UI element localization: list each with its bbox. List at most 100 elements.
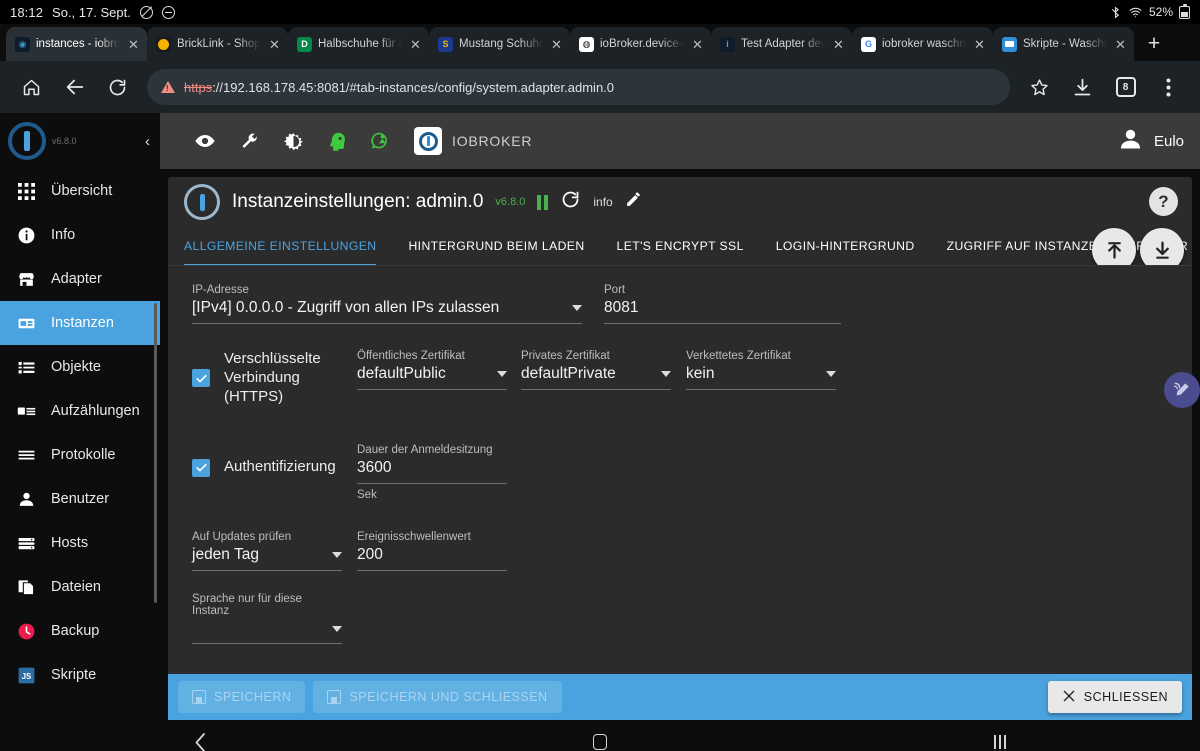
download-icon[interactable] <box>1061 66 1104 109</box>
status-time: 18:12 <box>10 4 44 20</box>
tab-close-icon[interactable]: ✕ <box>831 38 846 51</box>
tab-allgemeine-einstellungen[interactable]: ALLGEMEINE EINSTELLUNGEN <box>184 227 392 265</box>
chevron-down-icon[interactable] <box>332 625 342 632</box>
tab-close-icon[interactable]: ✕ <box>126 38 141 51</box>
instance-language-field[interactable]: Sprache nur für diese Instanz <box>192 593 342 645</box>
session-duration-field[interactable]: Dauer der Anmeldesitzung 3600 Sek <box>357 444 507 501</box>
pause-icon[interactable] <box>537 194 549 210</box>
download-icon[interactable] <box>1140 228 1184 265</box>
browser-tab[interactable]: D Halbschuhe für Da ✕ <box>288 27 429 61</box>
session-duration-label: Dauer der Anmeldesitzung <box>357 444 493 457</box>
auth-checkbox-row[interactable]: Authentifizierung <box>192 444 357 501</box>
user-account[interactable]: Eulo <box>1117 126 1184 157</box>
back-icon[interactable] <box>53 66 96 109</box>
sidebar-item-dateien[interactable]: Dateien <box>0 565 160 609</box>
sidebar-item-aufzaehlungen[interactable]: Aufzählungen <box>0 389 160 433</box>
tab-close-icon[interactable]: ✕ <box>267 38 282 51</box>
eye-icon[interactable] <box>194 130 216 152</box>
recents-bars-icon <box>994 735 1006 749</box>
overflow-menu-icon[interactable] <box>1147 66 1190 109</box>
chained-cert-field[interactable]: Verkettetes Zertifikat kein <box>686 350 836 406</box>
restart-icon[interactable] <box>560 189 581 215</box>
browser-tab[interactable]: i Test Adapter device ✕ <box>711 27 852 61</box>
port-field[interactable]: Port 8081 <box>604 284 841 324</box>
android-status-bar: 18:12 So., 17. Sept. 52% <box>0 0 1200 24</box>
tab-lets-encrypt-ssl[interactable]: LET'S ENCRYPT SSL <box>601 227 760 265</box>
sidebar-item-adapter[interactable]: Adapter <box>0 257 160 301</box>
reload-icon[interactable] <box>96 66 139 109</box>
sidebar-scrollbar[interactable] <box>154 303 157 603</box>
tab-close-icon[interactable]: ✕ <box>408 38 423 51</box>
logs-icon <box>16 446 37 465</box>
new-tab-button[interactable]: + <box>1134 27 1174 61</box>
tab-close-icon[interactable]: ✕ <box>1113 38 1128 51</box>
edit-pencil-icon[interactable] <box>625 191 642 213</box>
close-button[interactable]: SCHLIESSEN <box>1047 681 1182 713</box>
help-icon[interactable]: ? <box>1149 187 1178 216</box>
tab-close-icon[interactable]: ✕ <box>549 38 564 51</box>
info-label[interactable]: info <box>593 195 612 209</box>
port-value: 8081 <box>604 299 639 316</box>
chevron-down-icon[interactable] <box>332 552 342 559</box>
https-checkbox-row[interactable]: Verschlüsselte Verbindung (HTTPS) <box>192 350 357 406</box>
sidebar-item-skripte[interactable]: JS Skripte <box>0 653 160 697</box>
brightness-icon[interactable] <box>282 130 304 152</box>
bookmark-star-icon[interactable] <box>1018 66 1061 109</box>
browser-tab[interactable]: S Mustang Schuhe ✕ <box>429 27 570 61</box>
tab-login-hintergrund[interactable]: LOGIN-HINTERGRUND <box>760 227 931 265</box>
public-cert-field[interactable]: Öffentliches Zertifikat defaultPublic <box>357 350 507 406</box>
sidebar-item-backup[interactable]: Backup <box>0 609 160 653</box>
chevron-down-icon[interactable] <box>661 371 671 377</box>
sidebar-item-objekte[interactable]: Objekte <box>0 345 160 389</box>
browser-tab-strip[interactable]: ◉ instances - iobroker ✕ BrickLink - Sho… <box>0 24 1200 61</box>
tab-count-button[interactable]: 8 <box>1104 66 1147 109</box>
browser-tab[interactable]: ◍ ioBroker.device-rep ✕ <box>570 27 711 61</box>
chevron-down-icon[interactable] <box>826 371 836 377</box>
android-back-button[interactable] <box>155 732 245 751</box>
tab-title: Test Adapter device <box>741 38 825 50</box>
home-icon[interactable] <box>10 66 53 109</box>
check-updates-field[interactable]: Auf Updates prüfen jeden Tag <box>192 531 342 572</box>
chained-cert-label: Verkettetes Zertifikat <box>686 350 791 362</box>
auth-checkbox[interactable] <box>192 458 210 477</box>
sidebar-item-uebersicht[interactable]: Übersicht <box>0 169 160 213</box>
sidebar-item-benutzer[interactable]: Benutzer <box>0 477 160 521</box>
browser-tab[interactable]: BrickLink - Shop Yo ✕ <box>147 27 288 61</box>
home-square-icon <box>593 734 607 750</box>
browser-tab[interactable]: G iobroker waschmas ✕ <box>852 27 993 61</box>
private-cert-field[interactable]: Privates Zertifikat defaultPrivate <box>521 350 671 406</box>
browser-tab[interactable]: Skripte - Waschma ✕ <box>993 27 1134 61</box>
chevron-down-icon[interactable] <box>572 305 582 311</box>
expert-mode-icon[interactable] <box>326 130 348 152</box>
save-and-close-button[interactable]: SPEICHERN UND SCHLIESSEN <box>313 681 562 713</box>
https-checkbox[interactable] <box>192 369 210 388</box>
save-button[interactable]: SPEICHERN <box>178 681 306 713</box>
instance-settings-dialog: Instanzeinstellungen: admin.0 v6.8.0 inf… <box>168 177 1192 720</box>
chained-cert-value: kein <box>686 365 715 382</box>
hosts-icon <box>16 534 37 553</box>
user-icon <box>16 490 37 509</box>
voice-assistant-button[interactable] <box>1164 372 1200 408</box>
tab-hintergrund-beim-laden[interactable]: HINTERGRUND BEIM LADEN <box>392 227 600 265</box>
url-input[interactable]: https://192.168.178.45:8081/#tab-instanc… <box>147 69 1010 105</box>
sync-icon[interactable] <box>370 130 392 152</box>
sidebar-collapse-icon[interactable]: ‹ <box>145 133 150 150</box>
android-recents-button[interactable] <box>955 735 1045 749</box>
upload-icon[interactable] <box>1092 228 1136 265</box>
sidebar-item-protokolle[interactable]: Protokolle <box>0 433 160 477</box>
close-icon <box>1062 689 1076 706</box>
tab-close-icon[interactable]: ✕ <box>972 38 987 51</box>
sidebar-item-label: Backup <box>51 623 100 639</box>
sidebar-item-info[interactable]: Info <box>0 213 160 257</box>
insecure-warning-icon[interactable] <box>161 81 175 93</box>
dialog-tabs[interactable]: ALLGEMEINE EINSTELLUNGEN HINTERGRUND BEI… <box>168 227 1192 266</box>
chevron-down-icon[interactable] <box>497 371 507 377</box>
android-home-button[interactable] <box>555 734 645 750</box>
sidebar-item-instanzen[interactable]: Instanzen <box>0 301 160 345</box>
browser-tab[interactable]: ◉ instances - iobroker ✕ <box>6 27 147 61</box>
wrench-icon[interactable] <box>238 130 260 152</box>
event-threshold-field[interactable]: Ereignisschwellenwert 200 <box>357 531 507 572</box>
ip-address-field[interactable]: IP-Adresse [IPv4] 0.0.0.0 - Zugriff von … <box>192 284 582 324</box>
tab-close-icon[interactable]: ✕ <box>690 38 705 51</box>
sidebar-item-hosts[interactable]: Hosts <box>0 521 160 565</box>
